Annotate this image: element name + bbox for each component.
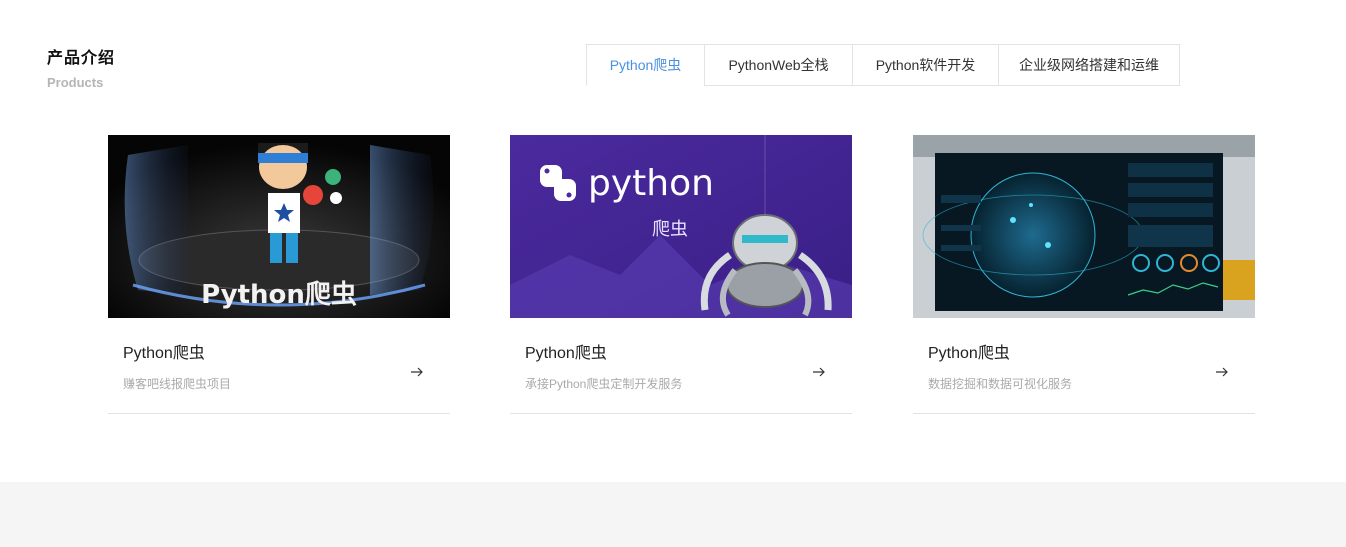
product-card-1[interactable]: Python爬虫 Python爬虫 赚客吧线报爬虫项目 — [108, 135, 450, 414]
section-heading: 产品介绍 Products — [47, 44, 115, 90]
card-description: 赚客吧线报爬虫项目 — [123, 377, 232, 391]
card-image-caption: Python爬虫 — [201, 280, 357, 310]
card-image-caption: 爬虫 — [652, 219, 688, 240]
card-description: 承接Python爬虫定制开发服务 — [525, 377, 683, 391]
tab-python-crawler[interactable]: Python爬虫 — [586, 44, 705, 86]
card-image-python-spider: python 爬虫 — [510, 135, 852, 318]
card-image-data-dashboard — [913, 135, 1255, 318]
card-title: Python爬虫 — [525, 345, 607, 362]
card-image-logo-text: python — [588, 163, 714, 204]
arrow-right-icon[interactable] — [410, 365, 424, 379]
tab-python-software[interactable]: Python软件开发 — [852, 44, 999, 86]
footer-band — [0, 482, 1346, 547]
section-subtitle: Products — [47, 75, 104, 90]
tab-python-web[interactable]: PythonWeb全栈 — [704, 44, 853, 86]
product-tabs: Python爬虫 PythonWeb全栈 Python软件开发 企业级网络搭建和… — [586, 44, 1180, 86]
card-title: Python爬虫 — [928, 345, 1010, 362]
section-title: 产品介绍 — [47, 50, 116, 67]
arrow-right-icon[interactable] — [1215, 365, 1229, 379]
arrow-right-icon[interactable] — [812, 365, 826, 379]
product-card-2[interactable]: python 爬虫 Python爬虫 承接Python爬虫定制开发服务 — [510, 135, 852, 414]
tab-network-ops[interactable]: 企业级网络搭建和运维 — [998, 44, 1180, 86]
product-card-3[interactable]: Python爬虫 数据挖掘和数据可视化服务 — [913, 135, 1255, 414]
card-description: 数据挖掘和数据可视化服务 — [928, 377, 1073, 391]
card-title: Python爬虫 — [123, 345, 205, 362]
card-image-cartoon: Python爬虫 — [108, 135, 450, 318]
